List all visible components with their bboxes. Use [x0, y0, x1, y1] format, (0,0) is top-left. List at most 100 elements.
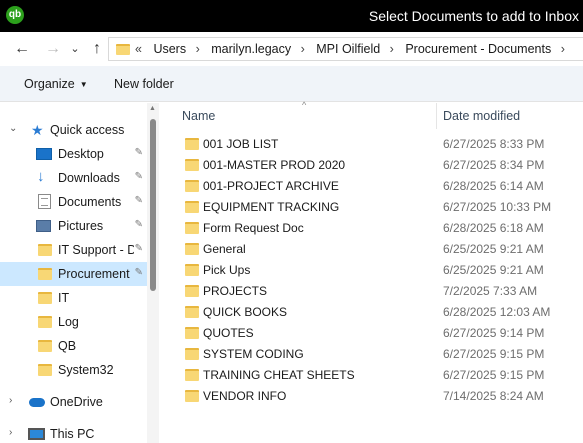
organize-button[interactable]: Organize ▼: [24, 77, 88, 91]
sidebar-item-label: Quick access: [50, 123, 125, 137]
folder-icon: [185, 264, 199, 276]
recent-locations-button[interactable]: ⌄: [64, 38, 86, 60]
file-name: VENDOR INFO: [203, 389, 287, 403]
new-folder-button[interactable]: New folder: [114, 77, 174, 91]
file-list: ^ Name Date modified 001 JOB LIST 6/27/2…: [159, 100, 583, 443]
file-date: 7/14/2025 8:24 AM: [443, 389, 544, 403]
sidebar-item-label: Desktop: [58, 147, 104, 161]
list-item[interactable]: General 6/25/2025 9:21 AM: [159, 238, 583, 259]
pin-icon: ✎: [134, 147, 143, 158]
overflow-chevron-icon[interactable]: «: [135, 42, 142, 56]
back-button[interactable]: ←: [11, 38, 33, 60]
column-header-date-modified[interactable]: Date modified: [443, 109, 520, 123]
pictures-icon: [36, 220, 51, 232]
sidebar-item-system32[interactable]: System32: [0, 358, 147, 382]
sidebar-item-this-pc[interactable]: › This PC: [0, 422, 147, 443]
file-name: PROJECTS: [203, 284, 268, 298]
pin-icon: ✎: [134, 195, 143, 206]
sidebar-item-pictures[interactable]: Pictures ✎: [0, 214, 147, 238]
file-date: 6/28/2025 6:14 AM: [443, 179, 544, 193]
pin-icon: ✎: [134, 219, 143, 230]
navigation-pane: ⌄ ★ Quick access Desktop ✎ ↓ Downloads ✎…: [0, 103, 147, 443]
file-name: 001-PROJECT ARCHIVE: [203, 179, 339, 193]
sidebar-item-label: System32: [58, 363, 114, 377]
file-name: 001 JOB LIST: [203, 137, 279, 151]
file-date: 6/27/2025 10:33 PM: [443, 200, 552, 214]
breadcrumb-separator-icon[interactable]: ›: [390, 42, 394, 56]
list-item[interactable]: PROJECTS 7/2/2025 7:33 AM: [159, 280, 583, 301]
column-header-name[interactable]: Name: [182, 109, 215, 123]
file-name: QUICK BOOKS: [203, 305, 288, 319]
breadcrumb-item[interactable]: Users: [153, 42, 186, 56]
list-item[interactable]: EQUIPMENT TRACKING 6/27/2025 10:33 PM: [159, 196, 583, 217]
sidebar-item-label: Documents: [58, 195, 122, 209]
sidebar-item-desktop[interactable]: Desktop ✎: [0, 142, 147, 166]
list-item[interactable]: VENDOR INFO 7/14/2025 8:24 AM: [159, 385, 583, 406]
list-item[interactable]: QUICK BOOKS 6/28/2025 12:03 AM: [159, 301, 583, 322]
sort-ascending-icon: ^: [302, 100, 307, 110]
list-item[interactable]: 001 JOB LIST 6/27/2025 8:33 PM: [159, 133, 583, 154]
sidebar-item-log[interactable]: Log: [0, 310, 147, 334]
sidebar-item-qb[interactable]: QB: [0, 334, 147, 358]
list-item[interactable]: QUOTES 6/27/2025 9:14 PM: [159, 322, 583, 343]
sidebar-item-quick-access[interactable]: ⌄ ★ Quick access: [0, 118, 147, 142]
file-date: 6/27/2025 8:34 PM: [443, 158, 545, 172]
sidebar-item-label: Procurement: [58, 267, 130, 281]
file-date: 6/28/2025 6:18 AM: [443, 221, 544, 235]
folder-icon: [185, 327, 199, 339]
column-divider[interactable]: [436, 103, 437, 129]
list-item[interactable]: Pick Ups 6/25/2025 9:21 AM: [159, 259, 583, 280]
folder-icon: [38, 364, 52, 376]
pin-icon: ✎: [134, 243, 143, 254]
sidebar-item-label: IT: [58, 291, 70, 305]
breadcrumb-separator-icon[interactable]: ›: [561, 42, 565, 56]
sidebar-item-downloads[interactable]: ↓ Downloads ✎: [0, 166, 147, 190]
address-bar[interactable]: « Users › marilyn.legacy › MPI Oilfield …: [108, 37, 583, 61]
list-item[interactable]: SYSTEM CODING 6/27/2025 9:15 PM: [159, 343, 583, 364]
sidebar-item-documents[interactable]: Documents ✎: [0, 190, 147, 214]
sidebar-item-it[interactable]: IT: [0, 286, 147, 310]
file-name: 001-MASTER PROD 2020: [203, 158, 346, 172]
folder-icon: [116, 44, 130, 55]
sidebar-scrollbar[interactable]: ▲: [147, 103, 159, 443]
sidebar-item-it-support[interactable]: IT Support - D ✎: [0, 238, 147, 262]
folder-icon: [38, 316, 52, 328]
navigation-bar: ← → ⌄ ↑ « Users › marilyn.legacy › MPI O…: [0, 32, 583, 66]
documents-icon: [38, 194, 51, 209]
window-title: Select Documents to add to Inbox: [368, 8, 579, 24]
list-item[interactable]: 001-PROJECT ARCHIVE 6/28/2025 6:14 AM: [159, 175, 583, 196]
star-icon: ★: [31, 122, 44, 138]
file-date: 7/2/2025 7:33 AM: [443, 284, 538, 298]
file-name: Form Request Doc: [203, 221, 304, 235]
folder-icon: [185, 201, 199, 213]
sidebar-item-procurement[interactable]: Procurement ✎: [0, 262, 147, 286]
chevron-right-icon[interactable]: ›: [9, 395, 12, 406]
breadcrumb-item[interactable]: MPI Oilfield: [316, 42, 380, 56]
file-date: 6/25/2025 9:21 AM: [443, 263, 544, 277]
folder-icon: [38, 292, 52, 304]
list-item[interactable]: Form Request Doc 6/28/2025 6:18 AM: [159, 217, 583, 238]
scrollbar-thumb[interactable]: [150, 119, 156, 291]
command-bar: Organize ▼ New folder: [0, 66, 583, 102]
file-name: EQUIPMENT TRACKING: [203, 200, 340, 214]
breadcrumb-item[interactable]: Procurement - Documents: [405, 42, 551, 56]
folder-icon: [185, 369, 199, 381]
chevron-down-icon[interactable]: ⌄: [9, 123, 17, 134]
file-name: General: [203, 242, 246, 256]
up-button[interactable]: ↑: [86, 38, 108, 60]
list-item[interactable]: TRAINING CHEAT SHEETS 6/27/2025 9:15 PM: [159, 364, 583, 385]
chevron-right-icon[interactable]: ›: [9, 427, 12, 438]
forward-button[interactable]: →: [42, 38, 64, 60]
list-item[interactable]: 001-MASTER PROD 2020 6/27/2025 8:34 PM: [159, 154, 583, 175]
breadcrumb-item[interactable]: marilyn.legacy: [211, 42, 291, 56]
pin-icon: ✎: [134, 267, 143, 278]
sidebar-item-onedrive[interactable]: › OneDrive: [0, 390, 147, 414]
folder-icon: [38, 340, 52, 352]
folder-icon: [38, 268, 52, 280]
scroll-up-arrow-icon[interactable]: ▲: [149, 105, 156, 112]
file-date: 6/28/2025 12:03 AM: [443, 305, 551, 319]
breadcrumb-separator-icon[interactable]: ›: [196, 42, 200, 56]
folder-icon: [185, 390, 199, 402]
title-bar: qb Select Documents to add to Inbox: [0, 0, 583, 32]
breadcrumb-separator-icon[interactable]: ›: [301, 42, 305, 56]
